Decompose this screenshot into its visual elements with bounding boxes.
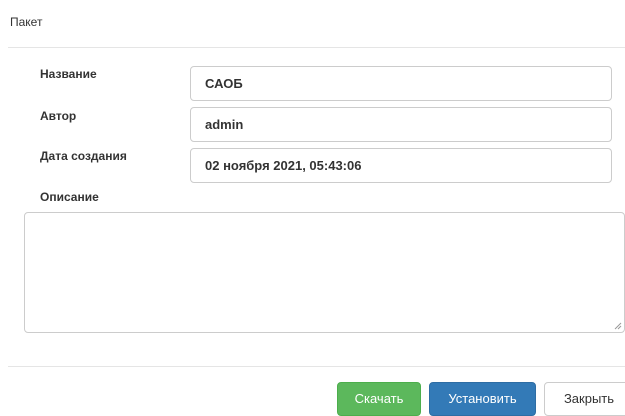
name-label: Название [40,67,97,81]
description-label: Описание [40,190,99,204]
modal-title: Пакет [10,15,43,29]
download-button[interactable]: Скачать [337,382,421,416]
created-date-label: Дата создания [40,149,127,163]
description-textarea[interactable] [24,212,625,333]
author-label: Автор [40,109,77,123]
author-field[interactable]: admin [190,107,612,142]
header-divider [8,47,625,48]
created-date-field[interactable]: 02 ноября 2021, 05:43:06 [190,148,612,183]
close-button[interactable]: Закрыть [544,382,625,416]
footer-divider [8,366,625,367]
resize-grip-icon[interactable] [614,322,622,330]
install-button[interactable]: Установить [429,382,536,416]
name-field[interactable]: САОБ [190,66,612,101]
